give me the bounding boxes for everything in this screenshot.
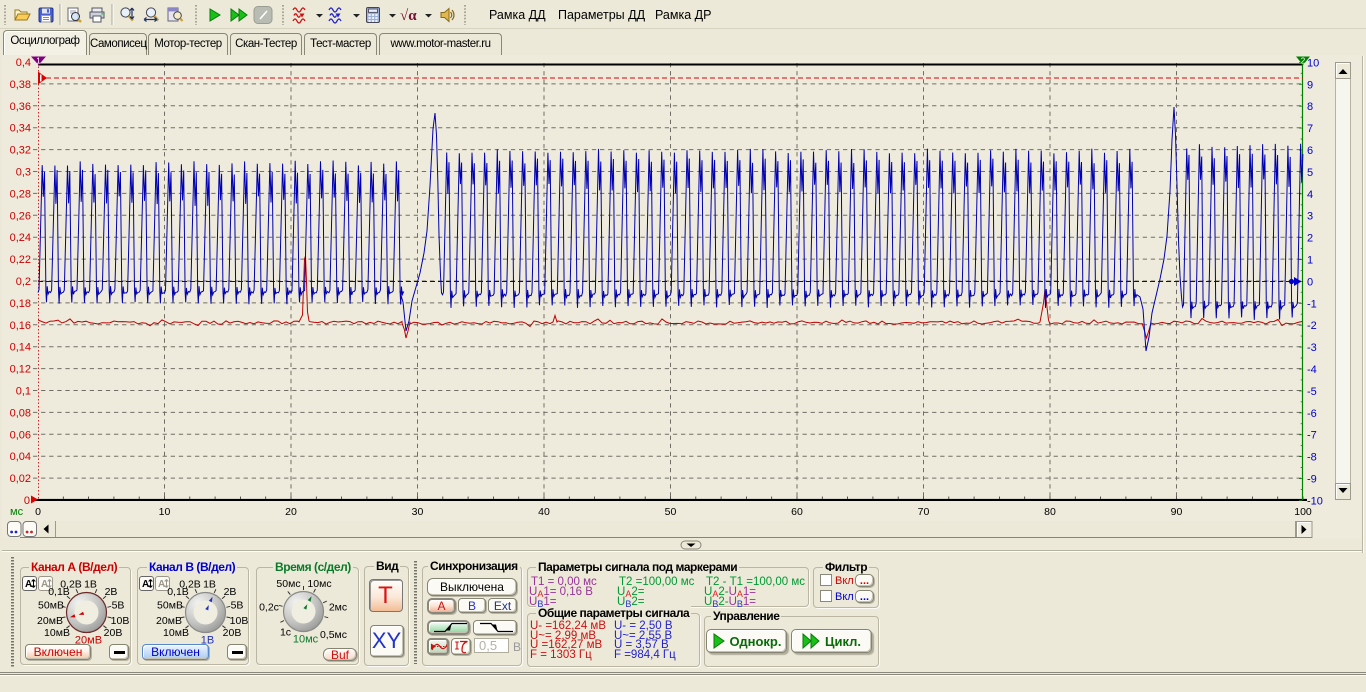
svg-text:0,22: 0,22 (10, 254, 31, 266)
svg-text:0,36: 0,36 (10, 101, 31, 113)
svg-text:4: 4 (1307, 189, 1313, 201)
svg-text:0,14: 0,14 (10, 342, 31, 354)
svg-text:1В: 1В (201, 635, 214, 647)
svg-text:9: 9 (1307, 79, 1313, 91)
svg-text:0,32: 0,32 (10, 145, 31, 157)
svg-text:1: 1 (1307, 255, 1313, 267)
svg-text:0: 0 (35, 506, 41, 518)
svg-text:-2: -2 (1307, 320, 1317, 332)
svg-text:-8: -8 (1307, 452, 1317, 464)
svg-text:0,08: 0,08 (10, 407, 31, 419)
svg-text:90: 90 (1171, 506, 1183, 518)
svg-text:0,38: 0,38 (10, 79, 31, 91)
svg-text:0,02: 0,02 (10, 473, 31, 485)
svg-text:-6: -6 (1307, 408, 1317, 420)
svg-text:2В: 2В (105, 586, 118, 598)
svg-text:2мс: 2мс (329, 602, 347, 614)
svg-text:2В: 2В (224, 586, 237, 598)
svg-text:мс: мс (10, 506, 24, 518)
svg-text:80: 80 (1044, 506, 1056, 518)
svg-text:0,16: 0,16 (10, 320, 31, 332)
svg-text:-1: -1 (1307, 298, 1317, 310)
svg-text:10мВ: 10мВ (163, 627, 189, 639)
svg-text:10В: 10В (111, 615, 130, 627)
svg-text:60: 60 (791, 506, 803, 518)
svg-text:5: 5 (1307, 167, 1313, 179)
svg-text:20: 20 (285, 506, 297, 518)
svg-text:8: 8 (1307, 101, 1313, 113)
svg-text:20В: 20В (104, 627, 123, 639)
svg-text:0,28: 0,28 (10, 188, 31, 200)
svg-text:-5: -5 (1307, 386, 1317, 398)
svg-text:20мВ: 20мВ (156, 615, 182, 627)
svg-text:20мВ: 20мВ (75, 635, 102, 647)
svg-text:10мВ: 10мВ (44, 627, 70, 639)
svg-text:0: 0 (24, 495, 30, 507)
svg-text:-3: -3 (1307, 342, 1317, 354)
svg-text:10мс: 10мс (293, 634, 319, 646)
svg-text:0,2с: 0,2с (259, 602, 279, 614)
svg-text:0,34: 0,34 (10, 123, 31, 135)
svg-text:-4: -4 (1307, 364, 1317, 376)
svg-text:1с: 1с (280, 627, 291, 639)
svg-text:10В: 10В (230, 615, 249, 627)
svg-text:7: 7 (1307, 123, 1313, 135)
svg-text:0,12: 0,12 (10, 364, 31, 376)
svg-text:0,3: 0,3 (16, 167, 31, 179)
svg-text:40: 40 (538, 506, 550, 518)
svg-text:0,1: 0,1 (16, 386, 31, 398)
svg-text:100: 100 (1294, 506, 1312, 518)
svg-text:50мВ: 50мВ (157, 600, 183, 612)
svg-text:-7: -7 (1307, 430, 1317, 442)
svg-text:6: 6 (1307, 145, 1313, 157)
svg-text:50мс: 50мс (276, 578, 300, 590)
svg-text:5В: 5В (231, 600, 244, 612)
svg-text:0,04: 0,04 (10, 451, 31, 463)
svg-text:0: 0 (1307, 276, 1313, 288)
svg-text:50мВ: 50мВ (38, 600, 64, 612)
svg-text:0,5мс: 0,5мс (320, 629, 347, 641)
svg-text:2: 2 (1307, 233, 1313, 245)
svg-text:1В: 1В (84, 579, 97, 591)
svg-text:30: 30 (412, 506, 424, 518)
svg-text:10мс: 10мс (307, 578, 331, 590)
svg-text:10: 10 (1307, 57, 1319, 69)
svg-text:5В: 5В (112, 600, 125, 612)
svg-text:0,1В: 0,1В (48, 586, 70, 598)
svg-text:70: 70 (918, 506, 930, 518)
svg-text:3: 3 (1307, 211, 1313, 223)
svg-text:0,18: 0,18 (10, 298, 31, 310)
svg-text:2: 2 (1301, 57, 1306, 66)
svg-text:-9: -9 (1307, 474, 1317, 486)
svg-text:0,24: 0,24 (10, 232, 31, 244)
svg-text:50: 50 (665, 506, 677, 518)
svg-text:0,06: 0,06 (10, 429, 31, 441)
svg-text:0,26: 0,26 (10, 210, 31, 222)
svg-text:20мВ: 20мВ (37, 615, 63, 627)
svg-text:1В: 1В (203, 579, 216, 591)
svg-text:0,1В: 0,1В (167, 586, 189, 598)
svg-text:0,4: 0,4 (16, 57, 31, 69)
svg-text:1: 1 (36, 57, 41, 66)
svg-text:0,2: 0,2 (16, 276, 31, 288)
svg-text:10: 10 (159, 506, 171, 518)
svg-text:20В: 20В (223, 627, 242, 639)
